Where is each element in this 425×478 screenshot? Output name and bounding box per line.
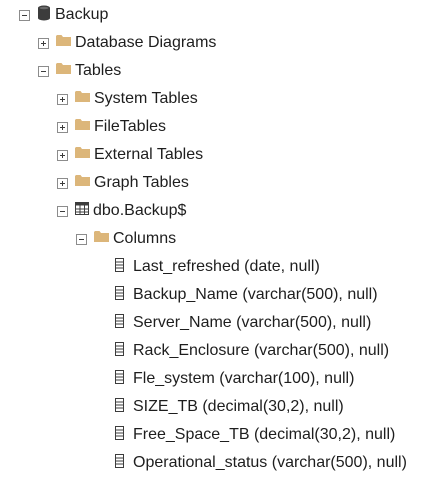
column-label: Fle_system (varchar(100), null): [133, 370, 355, 387]
tree-node-column[interactable]: SIZE_TB (decimal(30,2), null): [115, 393, 344, 421]
object-explorer-tree: Backup Database Diagrams Tables System T…: [0, 0, 425, 478]
expand-toggle[interactable]: [57, 149, 68, 161]
column-icon: [115, 257, 124, 277]
tree-node-backup-database[interactable]: Backup: [19, 1, 108, 29]
tree-node-dbo-backup-table[interactable]: dbo.Backup$: [57, 197, 186, 225]
folder-icon: [75, 90, 90, 108]
column-label: Operational_status (varchar(500), null): [133, 454, 407, 471]
tree-node-column[interactable]: Fle_system (varchar(100), null): [115, 365, 354, 393]
folder-icon: [56, 34, 71, 52]
collapse-toggle[interactable]: [76, 233, 87, 245]
tree-node-column[interactable]: Backup_Name (varchar(500), null): [115, 281, 378, 309]
column-label: Free_Space_TB (decimal(30,2), null): [133, 426, 396, 443]
tree-node-column[interactable]: Server_Name (varchar(500), null): [115, 309, 371, 337]
column-label: SIZE_TB (decimal(30,2), null): [133, 398, 344, 415]
tree-node-label: Tables: [75, 62, 122, 79]
column-icon: [115, 285, 124, 305]
column-icon: [115, 425, 124, 445]
tree-node-label: dbo.Backup$: [93, 202, 187, 219]
tree-node-column[interactable]: Last_refreshed (date, null): [115, 253, 320, 281]
tree-node-label: Columns: [113, 230, 177, 247]
tree-node-label: Backup: [55, 6, 109, 23]
column-icon: [115, 341, 124, 361]
tree-node-database-diagrams[interactable]: Database Diagrams: [38, 29, 216, 57]
folder-icon: [75, 146, 90, 164]
tree-node-label: Graph Tables: [94, 174, 189, 191]
tree-node-system-tables[interactable]: System Tables: [57, 85, 198, 113]
tree-node-label: FileTables: [94, 118, 167, 135]
folder-icon: [75, 118, 90, 136]
expand-toggle[interactable]: [57, 121, 68, 133]
expand-toggle[interactable]: [57, 93, 68, 105]
column-label: Last_refreshed (date, null): [133, 258, 320, 275]
collapse-toggle[interactable]: [38, 65, 49, 77]
tree-node-columns-folder[interactable]: Columns: [76, 225, 176, 253]
tree-node-column[interactable]: Operational_status (varchar(500), null): [115, 449, 425, 477]
column-icon: [115, 313, 124, 333]
column-icon: [115, 369, 124, 389]
tree-node-label: Database Diagrams: [75, 34, 217, 51]
tree-node-file-tables[interactable]: FileTables: [57, 113, 166, 141]
tree-node-column[interactable]: Rack_Enclosure (varchar(500), null): [115, 337, 389, 365]
expand-toggle[interactable]: [38, 37, 49, 49]
tree-node-column[interactable]: Free_Space_TB (decimal(30,2), null): [115, 421, 395, 449]
collapse-toggle[interactable]: [19, 9, 30, 21]
folder-icon: [94, 230, 109, 248]
tree-node-tables[interactable]: Tables: [38, 57, 121, 85]
collapse-toggle[interactable]: [57, 205, 68, 217]
tree-node-label: System Tables: [94, 90, 198, 107]
column-icon: [115, 397, 124, 417]
column-label: Backup_Name (varchar(500), null): [133, 286, 378, 303]
table-icon: [75, 202, 89, 220]
database-icon: [37, 5, 51, 26]
tree-node-external-tables[interactable]: External Tables: [57, 141, 203, 169]
tree-node-graph-tables[interactable]: Graph Tables: [57, 169, 189, 197]
column-label: Rack_Enclosure (varchar(500), null): [133, 342, 390, 359]
folder-icon: [75, 174, 90, 192]
folder-icon: [56, 62, 71, 80]
column-icon: [115, 453, 124, 473]
tree-node-label: External Tables: [94, 146, 204, 163]
expand-toggle[interactable]: [57, 177, 68, 189]
column-label: Server_Name (varchar(500), null): [133, 314, 372, 331]
